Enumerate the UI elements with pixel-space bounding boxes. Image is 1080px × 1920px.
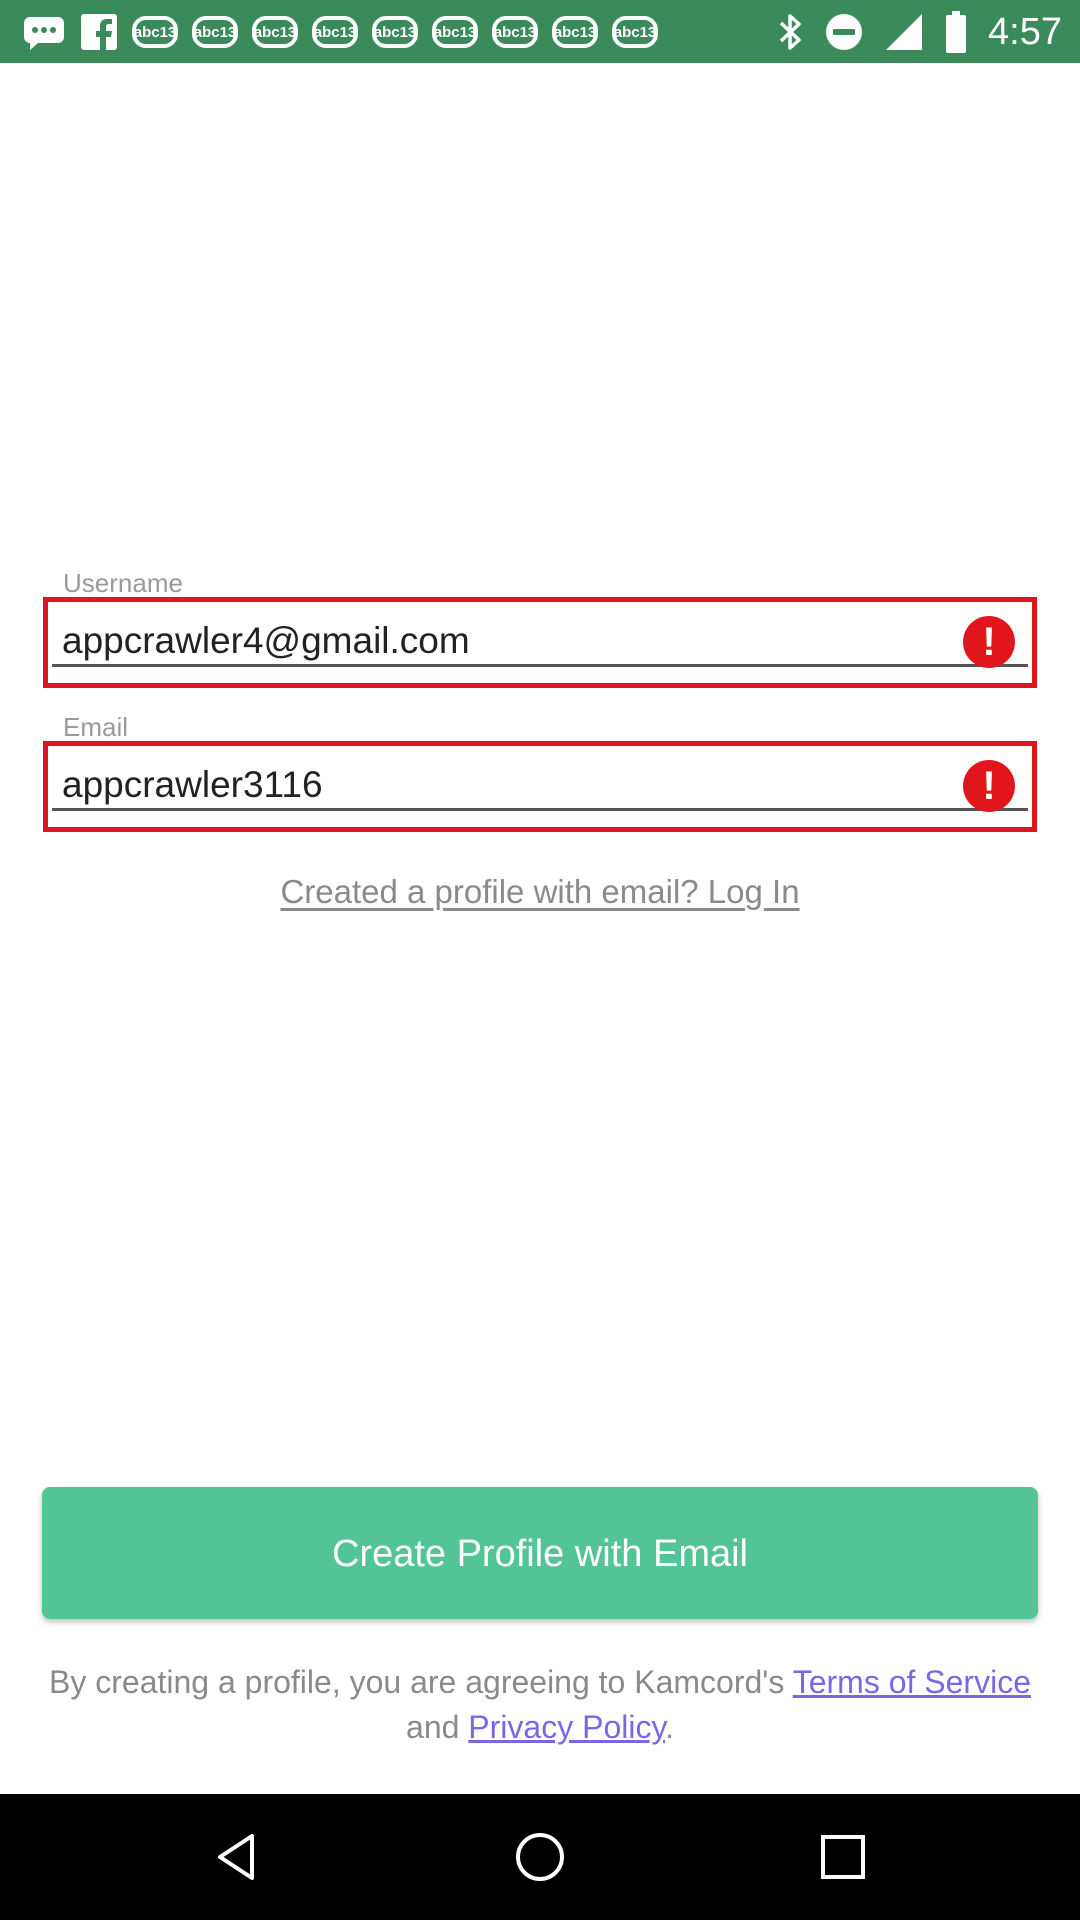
terms-prefix: By creating a profile, you are agreeing … [49,1664,793,1700]
abc13-icon: abc13 [192,16,238,48]
login-link-row: Created a profile with email? Log In [0,873,1080,911]
email-label: Email [63,712,129,742]
terms-of-service-link[interactable]: Terms of Service [793,1664,1031,1700]
abc13-icon: abc13 [552,16,598,48]
status-bar: abc13 abc13 abc13 abc13 abc13 abc13 abc1… [0,0,1080,63]
create-profile-button[interactable]: Create Profile with Email [42,1487,1038,1619]
navigation-bar [0,1794,1080,1920]
do-not-disturb-icon [824,12,864,52]
back-icon[interactable] [212,1832,262,1882]
signal-icon [884,12,924,52]
notification-icons: abc13 abc13 abc13 abc13 abc13 abc13 abc1… [22,12,658,52]
terms-middle: and [406,1709,469,1745]
abc13-icon: abc13 [252,16,298,48]
abc13-icon: abc13 [432,16,478,48]
home-icon[interactable] [515,1832,565,1882]
recents-icon[interactable] [818,1832,868,1882]
bluetooth-icon [778,12,804,52]
username-label: Username [63,568,183,598]
terms-suffix: . [665,1709,674,1745]
email-error-icon[interactable]: ! [963,760,1015,812]
username-error-icon[interactable]: ! [963,616,1015,668]
battery-icon [944,11,968,53]
abc13-icon: abc13 [492,16,538,48]
username-input[interactable] [52,617,1028,667]
abc13-icon: abc13 [372,16,418,48]
privacy-policy-link[interactable]: Privacy Policy [468,1709,665,1745]
system-icons: 4:57 [778,8,1062,56]
clock: 4:57 [988,10,1062,53]
abc13-icon: abc13 [312,16,358,48]
terms-text: By creating a profile, you are agreeing … [40,1660,1040,1750]
abc13-icon: abc13 [132,16,178,48]
chat-icon [22,14,66,50]
facebook-icon [80,13,118,51]
login-link[interactable]: Created a profile with email? Log In [280,873,799,910]
email-input[interactable] [52,761,1028,811]
abc13-icon: abc13 [612,16,658,48]
